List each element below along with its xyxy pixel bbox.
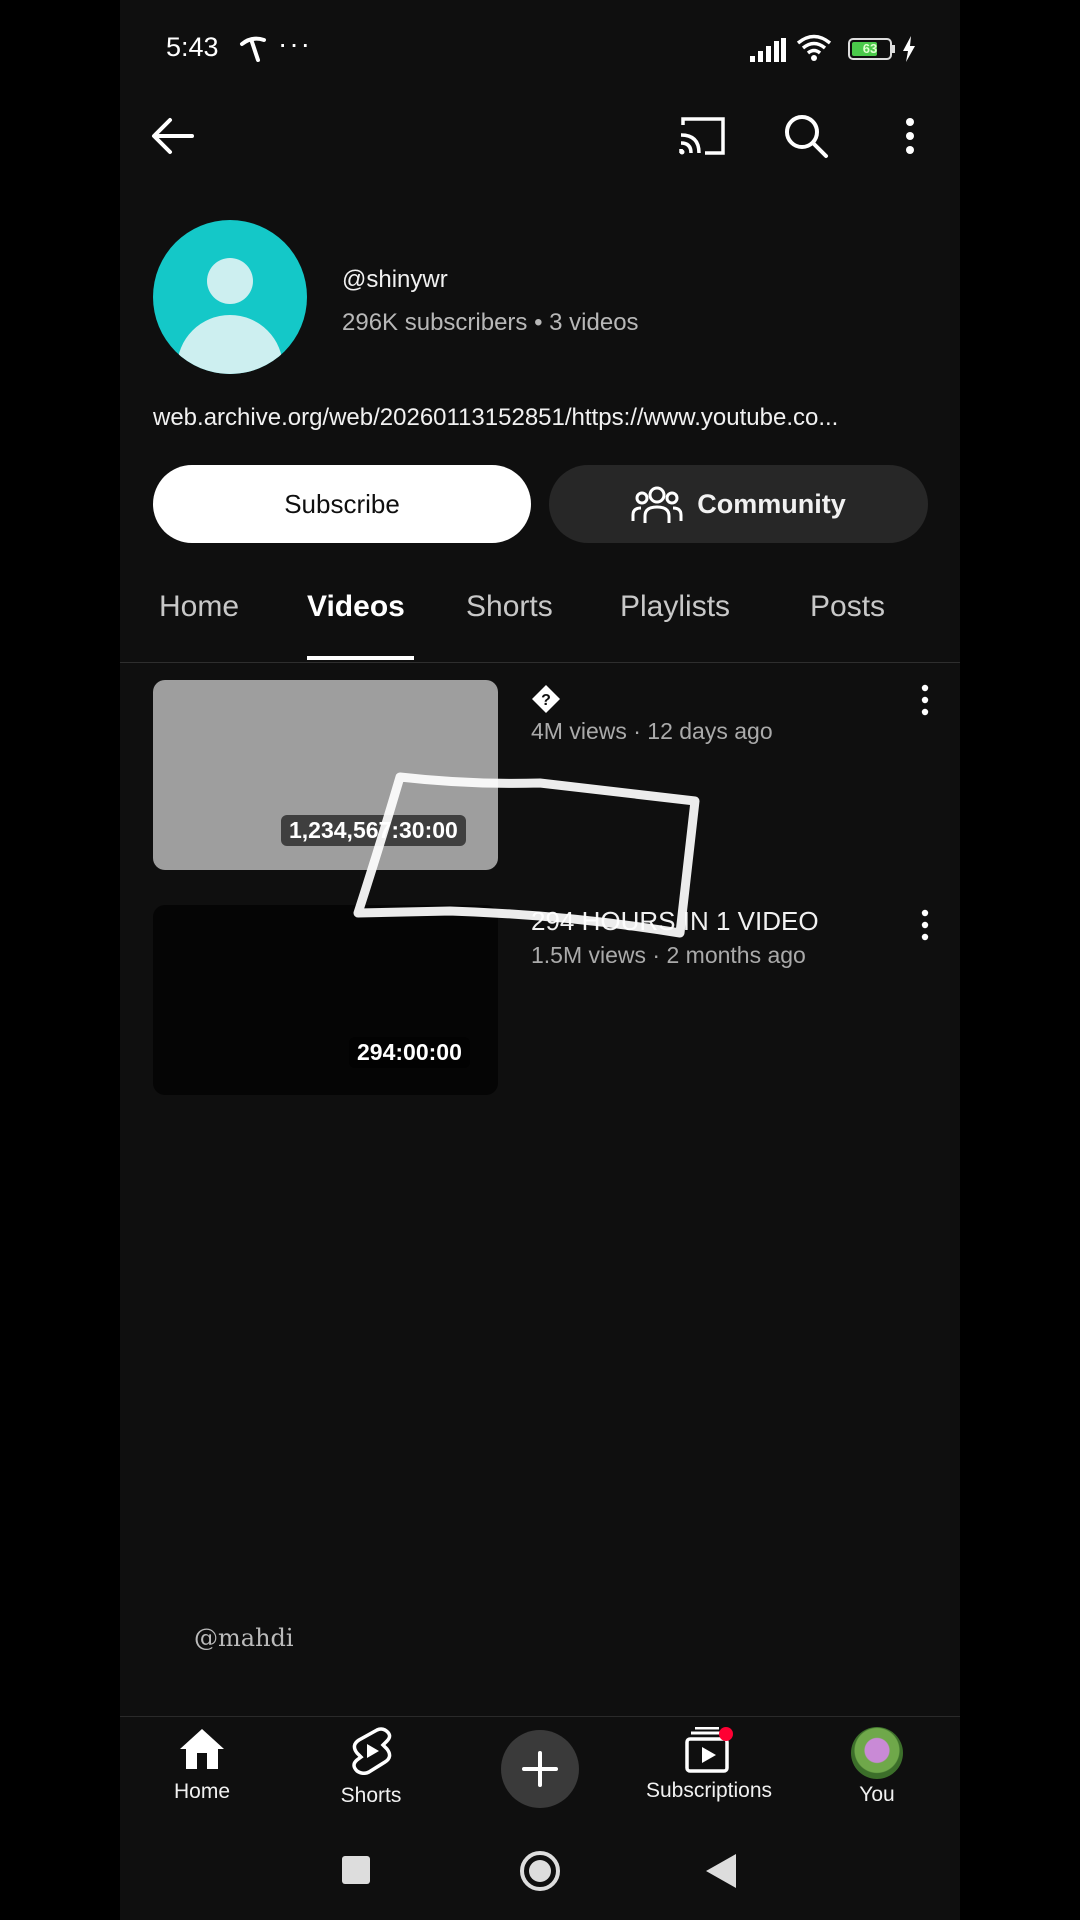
video-more-icon[interactable] [915,680,935,720]
community-icon [631,486,683,523]
community-label: Community [697,488,846,519]
home-icon [180,1729,224,1769]
tab-playlists[interactable]: Playlists [620,590,730,624]
status-bar: 5:43 ··· 63 [120,28,960,72]
video-duration: 294:00:00 [349,1037,470,1068]
community-button[interactable]: Community [549,465,928,543]
watermark: @mahdi [194,1624,294,1652]
video-meta: 1.5M views · 2 months ago [531,942,806,968]
tab-home[interactable]: Home [159,590,239,624]
tab-shorts[interactable]: Shorts [466,590,553,624]
notification-dot [719,1727,733,1741]
video-thumbnail[interactable]: 294:00:00 [153,905,498,1095]
nav-shorts-label: Shorts [340,1784,402,1807]
phone-screen: 5:43 ··· 63 @shinywr 296K subscribers • … [120,0,960,1920]
active-tab-indicator [307,656,414,660]
home-system-icon[interactable] [519,1850,561,1892]
create-button[interactable] [501,1730,579,1808]
back-button[interactable] [144,108,200,164]
channel-tabs: Home Videos Shorts Playlists Posts [120,560,960,663]
subscribe-button[interactable]: Subscribe [153,465,531,543]
video-meta: 4M views · 12 days ago [531,718,773,744]
nav-subscriptions[interactable]: Subscriptions [639,1726,779,1803]
unknown-badge-icon: ? [532,685,560,713]
video-duration: 1,234,567:30:00 [281,815,466,846]
nav-you-label: You [859,1783,895,1806]
overflow-menu-button[interactable] [882,108,938,164]
plus-icon [522,1751,558,1787]
battery-icon: 63 [848,38,892,60]
battery-level: 63 [862,41,878,56]
charging-icon [903,36,915,62]
more-vert-icon [906,118,914,154]
signal-icon [750,38,786,62]
nav-home-label: Home [173,1780,231,1803]
cast-icon [679,117,725,155]
video-title[interactable]: 294 HOURS IN 1 VIDEO [531,906,819,937]
video-more-icon[interactable] [915,905,935,945]
wifi-icon [796,34,832,61]
nav-shorts[interactable]: Shorts [301,1727,441,1808]
video-thumbnail[interactable]: 1,234,567:30:00 [153,680,498,870]
status-more-icon: ··· [278,28,312,59]
channel-link[interactable]: web.archive.org/web/20260113152851/https… [153,404,923,432]
profile-avatar [851,1727,903,1779]
bottom-navigation: Home Shorts Subscriptions You [120,1716,960,1827]
channel-handle: @shinywr [342,266,448,293]
shorts-icon [352,1727,392,1776]
nav-home[interactable]: Home [132,1727,272,1804]
search-button[interactable] [778,108,834,164]
tab-videos[interactable]: Videos [307,590,405,624]
nav-subscriptions-label: Subscriptions [645,1779,773,1802]
recents-icon[interactable] [340,1854,372,1886]
channel-stats: 296K subscribers • 3 videos [342,309,639,336]
carrier-icon [240,36,266,62]
channel-avatar[interactable] [153,220,307,374]
svg-text:?: ? [541,692,551,709]
system-navigation-bar [120,1830,960,1920]
tab-posts[interactable]: Posts [810,590,885,624]
search-icon [785,115,828,158]
status-time: 5:43 [166,32,219,62]
cast-button[interactable] [674,108,730,164]
back-arrow-icon [152,118,194,154]
back-system-icon[interactable] [704,1852,738,1890]
nav-you[interactable]: You [807,1727,947,1807]
